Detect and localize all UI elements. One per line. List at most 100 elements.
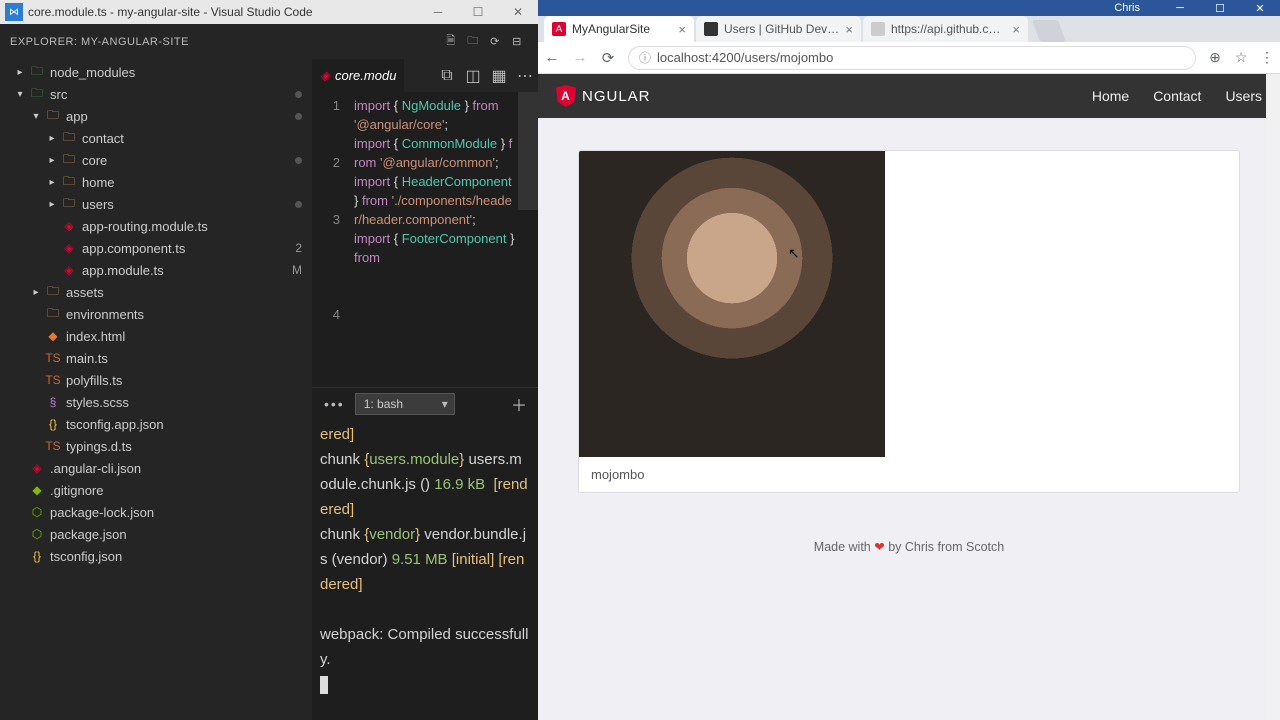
- browser-toolbar: ← → ⟳ ⓘ localhost:4200/users/mojombo ⊕ ☆…: [538, 42, 1280, 74]
- explorer-title: EXPLORER: MY-ANGULAR-SITE: [10, 36, 440, 48]
- url-text: localhost:4200/users/mojombo: [657, 50, 833, 65]
- brand-text: NGULAR: [582, 88, 651, 105]
- forward-button[interactable]: →: [566, 44, 594, 72]
- site-navbar: A NGULAR Home Contact Users: [538, 74, 1280, 118]
- tree-folder-contact[interactable]: ▸🗀contact: [0, 127, 312, 149]
- page-viewport: A NGULAR Home Contact Users mojombo Made…: [538, 74, 1280, 720]
- terminal-panel: ••• 1: bash ＋ ered]chunk {users.module} …: [312, 387, 538, 720]
- tree-folder-src[interactable]: ▾🗀src: [0, 83, 312, 105]
- tree-file-app-module[interactable]: ◈app.module.tsM: [0, 259, 312, 281]
- site-info-icon[interactable]: ⓘ: [639, 49, 651, 66]
- nav-contact[interactable]: Contact: [1153, 88, 1201, 104]
- tree-file-tsconfig-app[interactable]: {}tsconfig.app.json: [0, 413, 312, 435]
- tab-label: MyAngularSite: [572, 22, 672, 36]
- browser-menu-icon[interactable]: ⋮: [1254, 49, 1280, 66]
- terminal-select[interactable]: 1: bash: [355, 393, 455, 415]
- compare-icon[interactable]: ⧉: [434, 63, 460, 89]
- vscode-title: core.module.ts - my-angular-site - Visua…: [28, 5, 313, 19]
- tree-file-polyfills[interactable]: TSpolyfills.ts: [0, 369, 312, 391]
- code-editor[interactable]: 1 2 3 4 import { NgModule } from '@angul…: [312, 92, 538, 387]
- code-text[interactable]: import { NgModule } from '@angular/core'…: [354, 96, 538, 387]
- address-bar[interactable]: ⓘ localhost:4200/users/mojombo: [628, 46, 1196, 70]
- tab-favicon-icon: A: [552, 22, 566, 36]
- tree-file-app-routing[interactable]: ◈app-routing.module.ts: [0, 215, 312, 237]
- tree-folder-home[interactable]: ▸🗀home: [0, 171, 312, 193]
- terminal-header: ••• 1: bash ＋: [312, 388, 538, 420]
- page-scrollbar[interactable]: [1266, 74, 1280, 720]
- mouse-cursor-icon: ↖: [788, 245, 800, 262]
- tab-label: Users | GitHub Develope: [724, 22, 839, 36]
- bookmark-icon[interactable]: ☆: [1228, 49, 1254, 66]
- minimap[interactable]: [518, 92, 538, 387]
- os-close-button[interactable]: ✕: [1240, 0, 1280, 16]
- avatar: [579, 151, 885, 457]
- collapse-icon[interactable]: ⊟: [506, 31, 528, 53]
- tree-file-index-html[interactable]: ◆index.html: [0, 325, 312, 347]
- tree-file-gitignore[interactable]: ◆.gitignore: [0, 479, 312, 501]
- new-folder-icon[interactable]: 🗀: [462, 31, 484, 53]
- tree-file-main-ts[interactable]: TSmain.ts: [0, 347, 312, 369]
- new-terminal-button[interactable]: ＋: [506, 392, 532, 416]
- split-icon[interactable]: ◫: [460, 63, 486, 89]
- tree-file-package-lock[interactable]: ⬡package-lock.json: [0, 501, 312, 523]
- editor-tab-core-module[interactable]: ◈core.modu: [312, 59, 404, 92]
- os-user: Chris: [1114, 2, 1140, 14]
- tree-file-typings[interactable]: TStypings.d.ts: [0, 435, 312, 457]
- heart-icon: ❤: [874, 540, 884, 554]
- layout-icon[interactable]: ▦: [486, 63, 512, 89]
- back-button[interactable]: ←: [538, 44, 566, 72]
- tab-close-icon[interactable]: ×: [1012, 22, 1020, 37]
- tab-favicon-icon: [704, 22, 718, 36]
- tab-close-icon[interactable]: ×: [845, 22, 853, 37]
- browser-tab[interactable]: A MyAngularSite ×: [544, 16, 694, 42]
- tree-file-styles[interactable]: §styles.scss: [0, 391, 312, 413]
- browser-window: Chris ─ ☐ ✕ A MyAngularSite × Users | Gi…: [538, 0, 1280, 720]
- reload-button[interactable]: ⟳: [594, 44, 622, 72]
- tree-folder-environments[interactable]: 🗀environments: [0, 303, 312, 325]
- tree-file-package-json[interactable]: ⬡package.json: [0, 523, 312, 545]
- vscode-titlebar: ⋈ core.module.ts - my-angular-site - Vis…: [0, 0, 538, 24]
- zoom-icon[interactable]: ⊕: [1202, 49, 1228, 66]
- tree-folder-node-modules[interactable]: ▸🗀node_modules: [0, 61, 312, 83]
- nav-home[interactable]: Home: [1092, 88, 1129, 104]
- browser-tab[interactable]: https://api.github.com/u ×: [863, 16, 1028, 42]
- more-icon[interactable]: ⋯: [512, 63, 538, 89]
- editor-pane: ◈core.modu ⧉ ◫ ▦ ⋯ 1 2 3 4 import { NgMo…: [312, 59, 538, 720]
- os-minimize-button[interactable]: ─: [1160, 0, 1200, 16]
- os-maximize-button[interactable]: ☐: [1200, 0, 1240, 16]
- user-card: mojombo: [578, 150, 1240, 493]
- maximize-button[interactable]: ☐: [458, 0, 498, 24]
- nav-users[interactable]: Users: [1225, 88, 1262, 104]
- close-button[interactable]: ✕: [498, 0, 538, 24]
- minimize-button[interactable]: ─: [418, 0, 458, 24]
- tree-file-app-component[interactable]: ◈app.component.ts2: [0, 237, 312, 259]
- tree-file-angular-cli[interactable]: ◈.angular-cli.json: [0, 457, 312, 479]
- tree-folder-assets[interactable]: ▸🗀assets: [0, 281, 312, 303]
- line-gutter: 1 2 3 4: [312, 96, 354, 387]
- file-tree: ▸🗀node_modules ▾🗀src ▾🗀app ▸🗀contact ▸🗀c…: [0, 59, 312, 720]
- tree-folder-core[interactable]: ▸🗀core: [0, 149, 312, 171]
- new-tab-button[interactable]: [1032, 20, 1066, 42]
- nav-links: Home Contact Users: [1092, 88, 1262, 104]
- terminal-output[interactable]: ered]chunk {users.module} users.module.c…: [312, 420, 538, 720]
- tree-folder-users[interactable]: ▸🗀users: [0, 193, 312, 215]
- tab-close-icon[interactable]: ×: [678, 22, 686, 37]
- editor-tabbar: ◈core.modu ⧉ ◫ ▦ ⋯: [312, 59, 538, 92]
- tab-label: https://api.github.com/u: [891, 22, 1006, 36]
- brand[interactable]: A NGULAR: [556, 85, 651, 107]
- angular-shield-icon: A: [556, 85, 576, 107]
- page-footer: Made with ❤ by Chris from Scotch: [538, 493, 1280, 600]
- refresh-icon[interactable]: ⟳: [484, 31, 506, 53]
- new-file-icon[interactable]: 🗎: [440, 31, 462, 53]
- browser-os-titlebar: Chris ─ ☐ ✕: [538, 0, 1280, 16]
- browser-tabstrip: A MyAngularSite × Users | GitHub Develop…: [538, 16, 1280, 42]
- tab-favicon-icon: [871, 22, 885, 36]
- vscode-window: ⋈ core.module.ts - my-angular-site - Vis…: [0, 0, 538, 720]
- tree-file-tsconfig[interactable]: {}tsconfig.json: [0, 545, 312, 567]
- browser-tab[interactable]: Users | GitHub Develope ×: [696, 16, 861, 42]
- vscode-logo-icon: ⋈: [5, 3, 23, 21]
- terminal-menu-icon[interactable]: •••: [318, 396, 351, 412]
- explorer-header: EXPLORER: MY-ANGULAR-SITE 🗎 🗀 ⟳ ⊟: [0, 24, 538, 59]
- username-label: mojombo: [579, 457, 1239, 492]
- tree-folder-app[interactable]: ▾🗀app: [0, 105, 312, 127]
